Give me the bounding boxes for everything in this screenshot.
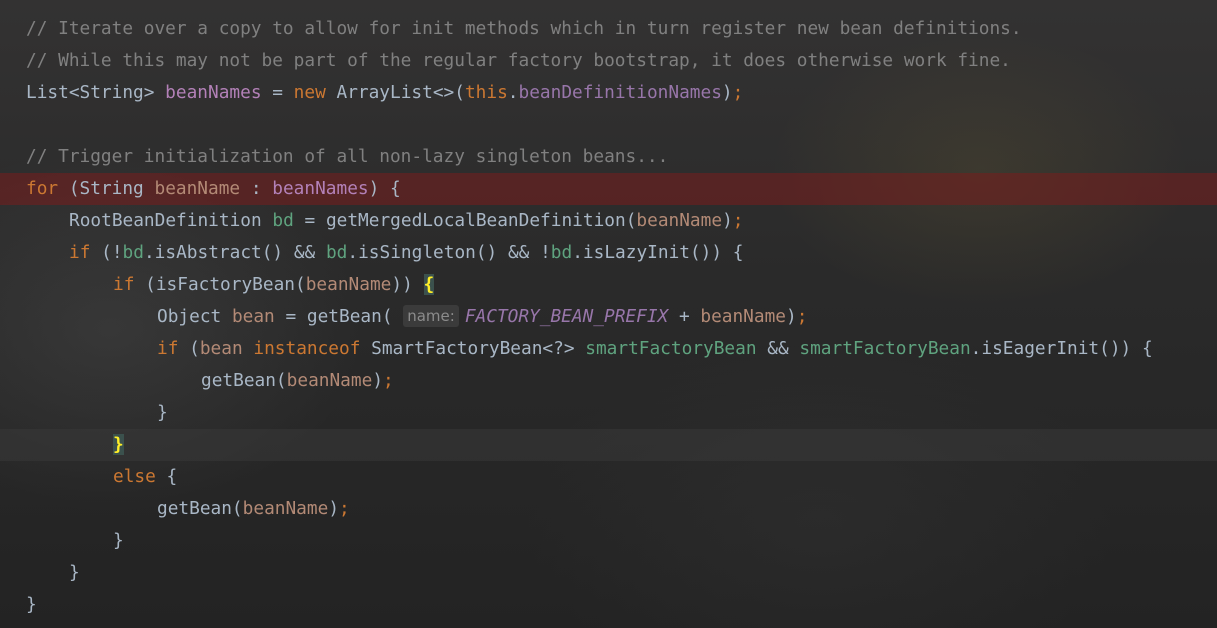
code-keyword: if (69, 242, 102, 263)
code-text: List<String> (26, 82, 166, 103)
code-keyword: this (464, 82, 508, 103)
code-text: Object (157, 306, 232, 327)
code-line[interactable]: List<String> beanNames = new ArrayList<>… (0, 77, 1217, 109)
code-text: (isFactoryBean( (145, 274, 306, 295)
code-local-variable: beanNames (165, 82, 262, 103)
code-parameter: bean (231, 306, 275, 327)
code-text: ArrayList<>( (336, 82, 465, 103)
code-line[interactable]: else { (0, 461, 1217, 493)
code-text: (String (68, 178, 155, 199)
code-static-constant: FACTORY_BEAN_PREFIX (464, 306, 669, 327)
code-semicolon: ; (383, 370, 394, 391)
code-text: + (668, 306, 701, 327)
code-text: getBean( (157, 498, 243, 519)
code-parameter: bean (199, 338, 254, 359)
code-text: .isSingleton() && ! (347, 242, 551, 263)
code-pattern-variable: bd (122, 242, 144, 263)
code-line[interactable]: } (0, 397, 1217, 429)
code-line[interactable]: Object bean = getBean( name: FACTORY_BEAN… (0, 301, 1217, 333)
code-pattern-variable: bd (272, 210, 294, 231)
code-text: ) (372, 370, 384, 391)
code-pattern-variable: bd (550, 242, 573, 263)
code-line[interactable]: } (0, 525, 1217, 557)
code-editor[interactable]: // Iterate over a copy to allow for init… (0, 13, 1217, 621)
code-line[interactable]: getBean(beanName); (0, 493, 1217, 525)
code-text: } (26, 594, 37, 615)
code-keyword: new (293, 82, 337, 103)
code-comment: // While this may not be part of the reg… (26, 50, 1011, 71)
code-text: .isLazyInit()) { (572, 242, 744, 263)
code-line-current[interactable]: } (0, 429, 1217, 461)
code-text: SmartFactoryBean<?> (371, 338, 586, 359)
code-text: . (507, 82, 519, 103)
code-line[interactable]: if (bean instanceof SmartFactoryBean<?> … (0, 333, 1217, 365)
code-field: beanDefinitionNames (518, 82, 722, 103)
code-parameter: beanName (242, 498, 329, 519)
code-parameter: beanName (305, 274, 392, 295)
code-text: } (157, 402, 168, 423)
code-keyword: if (157, 338, 190, 359)
code-semicolon: ; (732, 210, 744, 231)
code-parameter: beanName (700, 306, 787, 327)
matched-brace: { (423, 274, 435, 295)
code-text: } (113, 530, 124, 551)
code-pattern-variable: bd (325, 242, 348, 263)
code-keyword: else (113, 466, 167, 487)
code-keyword: if (113, 274, 146, 295)
code-text: .isAbstract() && (143, 242, 326, 263)
code-text: ) (721, 82, 733, 103)
code-text: = (261, 82, 294, 103)
code-text: { (166, 466, 178, 487)
code-line[interactable] (0, 109, 1217, 141)
parameter-name-hint: name: (403, 305, 459, 327)
code-line[interactable]: RootBeanDefinition bd = getMergedLocalBe… (0, 205, 1217, 237)
code-comment: // Trigger initialization of all non-laz… (26, 146, 669, 167)
code-text: ) { (368, 178, 401, 199)
code-text: .isEagerInit()) { (970, 338, 1153, 359)
code-line[interactable]: if (!bd.isAbstract() && bd.isSingleton()… (0, 237, 1217, 269)
code-text: && (756, 338, 800, 359)
code-line[interactable]: // While this may not be part of the reg… (0, 45, 1217, 77)
code-line[interactable]: } (0, 557, 1217, 589)
code-line-breakpoint[interactable]: for (String beanName : beanNames) { (0, 173, 1217, 205)
code-text: getBean( (201, 370, 287, 391)
code-semicolon: ; (339, 498, 350, 519)
code-text: = getMergedLocalBeanDefinition( (293, 210, 637, 231)
code-text: )) (391, 274, 424, 295)
code-text: } (69, 562, 80, 583)
code-text: ) (786, 306, 797, 327)
code-line[interactable]: // Iterate over a copy to allow for init… (0, 13, 1217, 45)
code-text: ) (722, 210, 733, 231)
code-local-variable: beanNames (272, 178, 369, 199)
code-line[interactable]: if (isFactoryBean(beanName)) { (0, 269, 1217, 301)
code-line[interactable]: getBean(beanName); (0, 365, 1217, 397)
code-text: (! (101, 242, 123, 263)
code-line[interactable]: } (0, 589, 1217, 621)
code-semicolon: ; (732, 82, 744, 103)
code-line[interactable]: // Trigger initialization of all non-laz… (0, 141, 1217, 173)
code-text: RootBeanDefinition (69, 210, 273, 231)
matched-brace: } (113, 434, 124, 455)
code-comment: // Iterate over a copy to allow for init… (26, 18, 1022, 39)
code-text: ( (189, 338, 200, 359)
code-pattern-variable: smartFactoryBean (585, 338, 757, 359)
code-keyword: for (26, 178, 69, 199)
code-text: = getBean( (274, 306, 404, 327)
code-parameter: beanName (286, 370, 373, 391)
code-parameter: beanName (636, 210, 723, 231)
code-semicolon: ; (796, 306, 808, 327)
code-text: : (240, 178, 273, 199)
code-pattern-variable: smartFactoryBean (799, 338, 971, 359)
code-text: ) (328, 498, 340, 519)
code-parameter: beanName (154, 178, 241, 199)
code-keyword: instanceof (253, 338, 372, 359)
